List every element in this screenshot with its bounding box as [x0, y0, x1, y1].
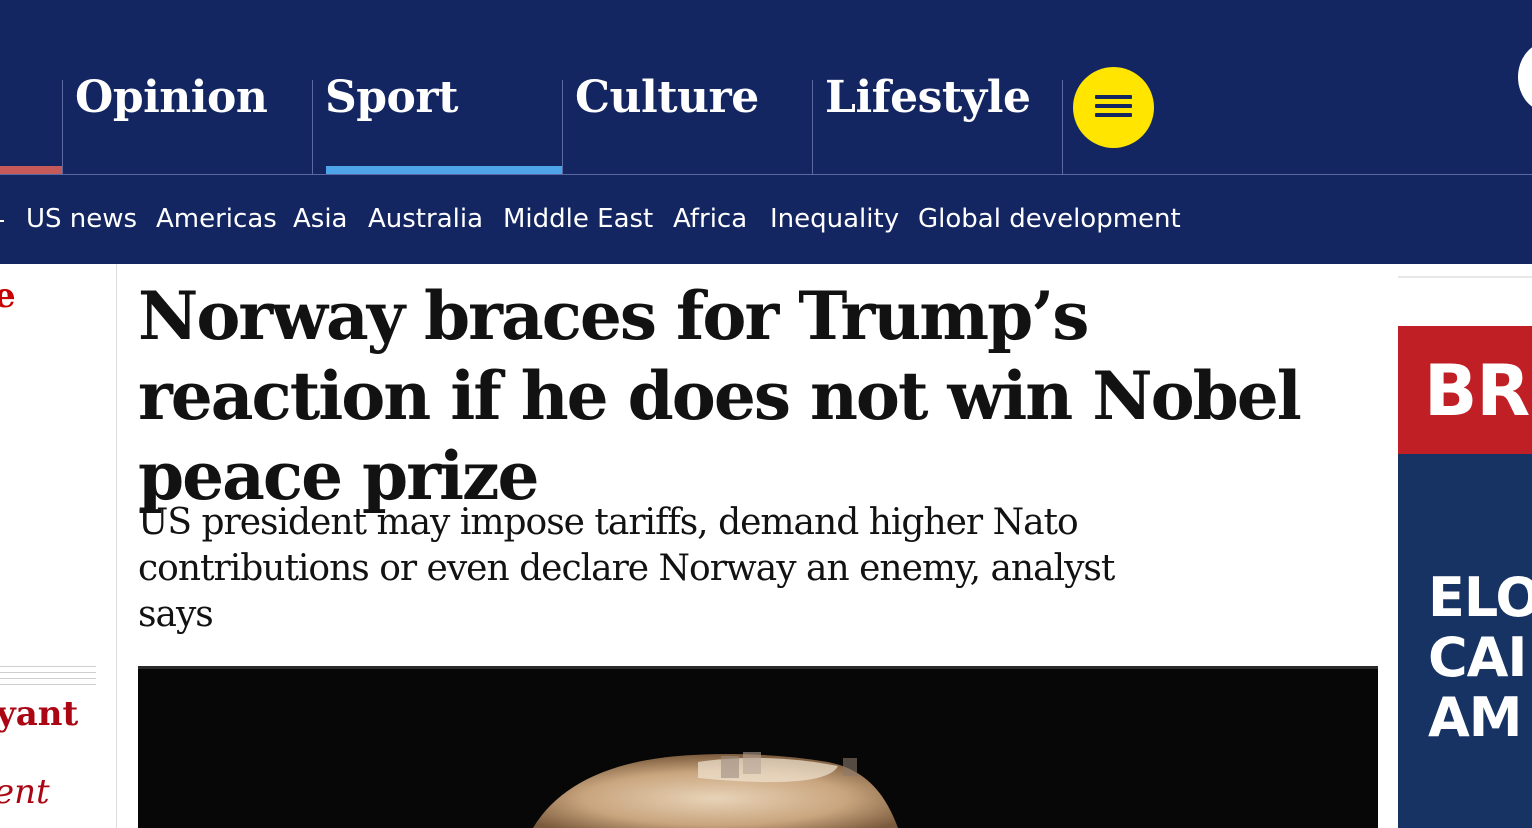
- pillar-opinion[interactable]: Opinion: [62, 72, 312, 175]
- left-rail-link[interactable]: yant: [0, 694, 78, 734]
- ad-headline: BR: [1424, 350, 1530, 432]
- subnav-item-middle-east[interactable]: Middle East: [503, 204, 653, 234]
- menu-button[interactable]: [1073, 67, 1154, 148]
- pillar-lifestyle[interactable]: Lifestyle: [812, 72, 1062, 175]
- pillar-label: Opinion: [75, 72, 268, 123]
- left-rail-link[interactable]: ent: [0, 772, 50, 812]
- subnav-item-us-news[interactable]: US news: [26, 204, 137, 234]
- left-rail-rule: [0, 684, 96, 685]
- subnav-item-americas[interactable]: Americas: [156, 204, 277, 234]
- article-standfirst: US president may impose tariffs, demand …: [138, 502, 1115, 635]
- advertisement[interactable]: BR ELO CAI AM: [1398, 276, 1532, 828]
- left-rail-rule: [0, 678, 96, 679]
- subnav-item-australia[interactable]: Australia: [368, 204, 483, 234]
- subnav-item-asia[interactable]: Asia: [293, 204, 348, 234]
- left-rail-rule: [0, 666, 96, 667]
- portrait-photo: [533, 752, 898, 828]
- left-rail: e yant ent: [0, 264, 117, 828]
- subnav-separator: [0, 220, 4, 222]
- subnav-item-africa[interactable]: Africa: [673, 204, 747, 234]
- pillar-label: Sport: [325, 72, 458, 123]
- article-main-image: [138, 666, 1378, 828]
- sub-navigation: US news Americas Asia Australia Middle E…: [0, 194, 1532, 250]
- pillar-sport[interactable]: Sport: [312, 72, 562, 175]
- subnav-item-inequality[interactable]: Inequality: [770, 204, 899, 234]
- left-rail-rule: [0, 672, 96, 673]
- article-headline: Norway braces for Trump’s reaction if he…: [138, 277, 1302, 515]
- ad-banner-red: BR: [1398, 326, 1532, 454]
- pillar-culture[interactable]: Culture: [562, 72, 812, 175]
- pillar-label: Lifestyle: [825, 72, 1031, 123]
- sport-active-underline: [326, 166, 562, 174]
- top-navigation: Opinion Sport Culture Lifestyle US news …: [0, 0, 1532, 264]
- nav-divider: [0, 174, 1532, 175]
- pillar-nav: Opinion Sport Culture Lifestyle: [0, 0, 1532, 175]
- pillar-divider: [1062, 80, 1063, 175]
- ad-line: ELO: [1428, 566, 1532, 629]
- pillar-label: Culture: [575, 72, 759, 123]
- ad-line: AM: [1428, 686, 1523, 749]
- left-rail-fragment[interactable]: e: [0, 276, 16, 316]
- account-icon[interactable]: [1518, 42, 1532, 112]
- subnav-item-global-development[interactable]: Global development: [918, 204, 1181, 234]
- ad-line: CAI: [1428, 626, 1528, 689]
- ad-banner-blue: ELO CAI AM: [1398, 454, 1532, 828]
- news-pillar-underline: [0, 166, 62, 174]
